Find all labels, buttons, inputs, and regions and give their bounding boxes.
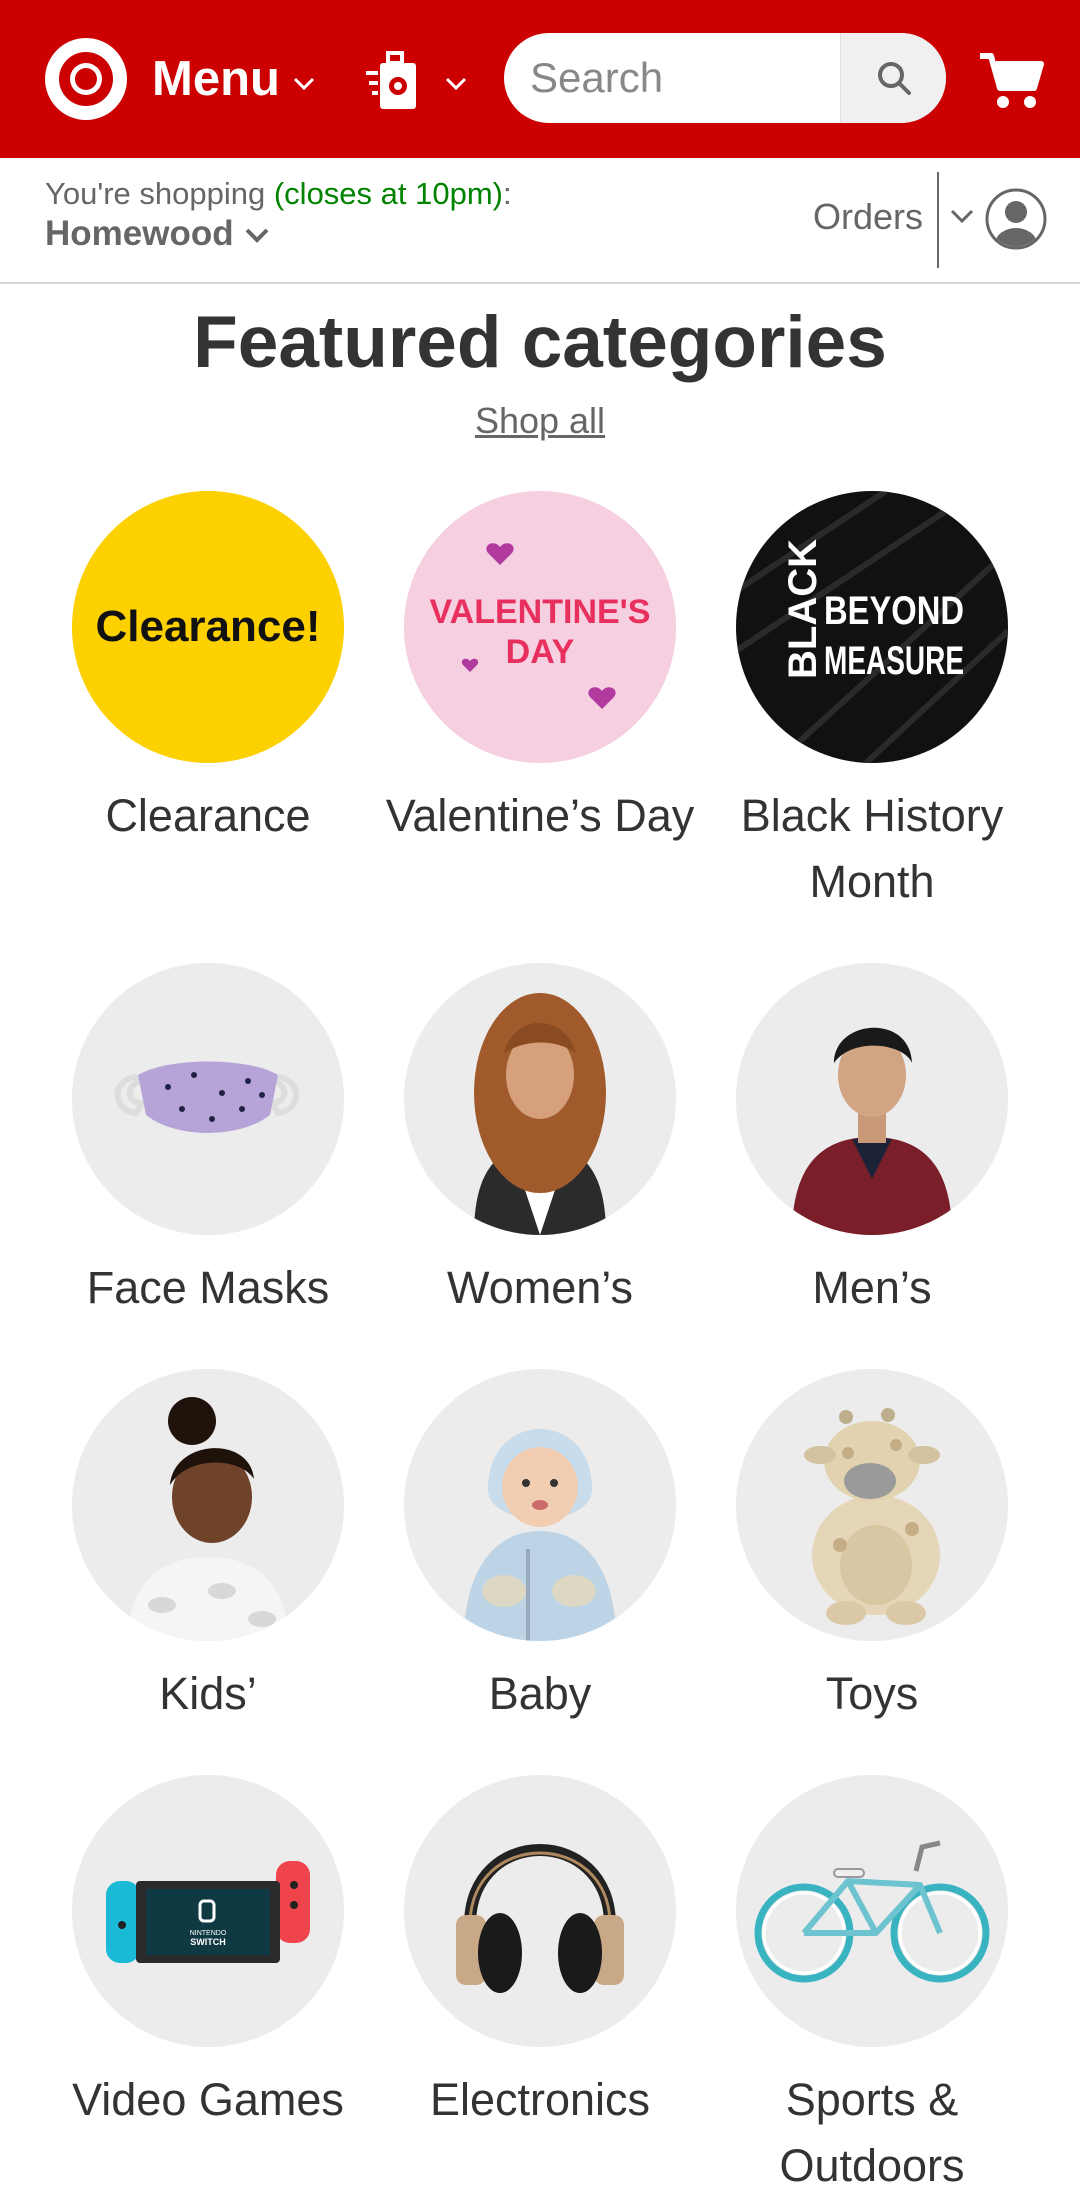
store-pickup-bag-icon bbox=[366, 51, 416, 109]
valentines-image: VALENTINE'S DAY bbox=[404, 491, 676, 763]
console-badge-line1: NINTENDO bbox=[190, 1930, 227, 1937]
chevron-down-icon bbox=[245, 228, 269, 243]
page-title: Featured categories bbox=[193, 302, 887, 383]
face-mask-image bbox=[72, 963, 344, 1235]
category-label: Kids’ bbox=[159, 1668, 257, 1719]
console-badge-line2: SWITCH bbox=[190, 1937, 226, 1947]
search-button[interactable] bbox=[840, 33, 946, 123]
valentines-badge-line1: VALENTINE'S bbox=[430, 593, 651, 631]
category-label: Women’s bbox=[447, 1262, 633, 1313]
cart-icon[interactable] bbox=[978, 46, 1044, 112]
category-label: Video Games bbox=[72, 2074, 344, 2125]
shopping-suffix: : bbox=[503, 176, 512, 211]
shopping-prefix: You're shopping bbox=[45, 176, 274, 211]
mens-image bbox=[736, 963, 1008, 1235]
valentines-badge-line2: DAY bbox=[506, 633, 575, 671]
bhm-badge-line2: MEASURE bbox=[824, 639, 964, 683]
search-icon bbox=[877, 62, 911, 95]
orders-link[interactable]: Orders bbox=[813, 196, 923, 238]
target-logo-icon[interactable] bbox=[45, 38, 127, 120]
store-name: Homewood bbox=[45, 214, 234, 253]
category-label: Clearance bbox=[105, 790, 311, 841]
category-label: Baby bbox=[488, 1668, 592, 1719]
menu-label: Menu bbox=[152, 52, 280, 106]
search-input[interactable] bbox=[504, 33, 840, 123]
category-label: Electronics bbox=[429, 2074, 651, 2125]
kids-image bbox=[72, 1369, 344, 1641]
divider bbox=[937, 172, 939, 268]
womens-image bbox=[404, 963, 676, 1235]
baby-image bbox=[404, 1369, 676, 1641]
category-label: Toys bbox=[825, 1668, 919, 1719]
toys-image bbox=[736, 1369, 1008, 1641]
sports-outdoors-image bbox=[736, 1775, 1008, 2047]
shop-all-link[interactable]: Shop all bbox=[0, 400, 1080, 442]
search-bar bbox=[504, 33, 946, 123]
store-pickup-button[interactable] bbox=[366, 44, 468, 114]
top-header: Menu bbox=[0, 0, 1080, 158]
category-label: Men’s bbox=[812, 1262, 932, 1313]
store-selector[interactable]: Homewood bbox=[45, 214, 270, 254]
video-games-image: NINTENDO SWITCH bbox=[72, 1775, 344, 2047]
menu-button[interactable]: Menu bbox=[152, 44, 316, 114]
category-label: Black History Month bbox=[740, 790, 1004, 907]
shopping-at-text: You're shopping (closes at 10pm): bbox=[45, 176, 512, 212]
store-hours: (closes at 10pm) bbox=[273, 176, 503, 211]
clearance-badge-text: Clearance! bbox=[95, 602, 320, 651]
black-history-image: BLACK BEYOND MEASURE bbox=[736, 491, 1008, 763]
chevron-down-icon bbox=[293, 77, 314, 91]
category-label: Face Masks bbox=[86, 1262, 330, 1313]
chevron-down-icon bbox=[445, 77, 467, 91]
clearance-image: Clearance! bbox=[72, 491, 344, 763]
bhm-badge-vertical: BLACK bbox=[781, 539, 825, 679]
category-label: Valentine’s Day bbox=[385, 790, 695, 841]
category-label: Sports & Outdoors bbox=[779, 2074, 965, 2191]
bhm-badge-line1: BEYOND bbox=[824, 589, 964, 633]
store-info-bar: You're shopping (closes at 10pm): Homewo… bbox=[0, 158, 1080, 284]
account-avatar-icon[interactable] bbox=[985, 188, 1047, 250]
electronics-image bbox=[404, 1775, 676, 2047]
chevron-down-icon[interactable] bbox=[949, 208, 975, 226]
